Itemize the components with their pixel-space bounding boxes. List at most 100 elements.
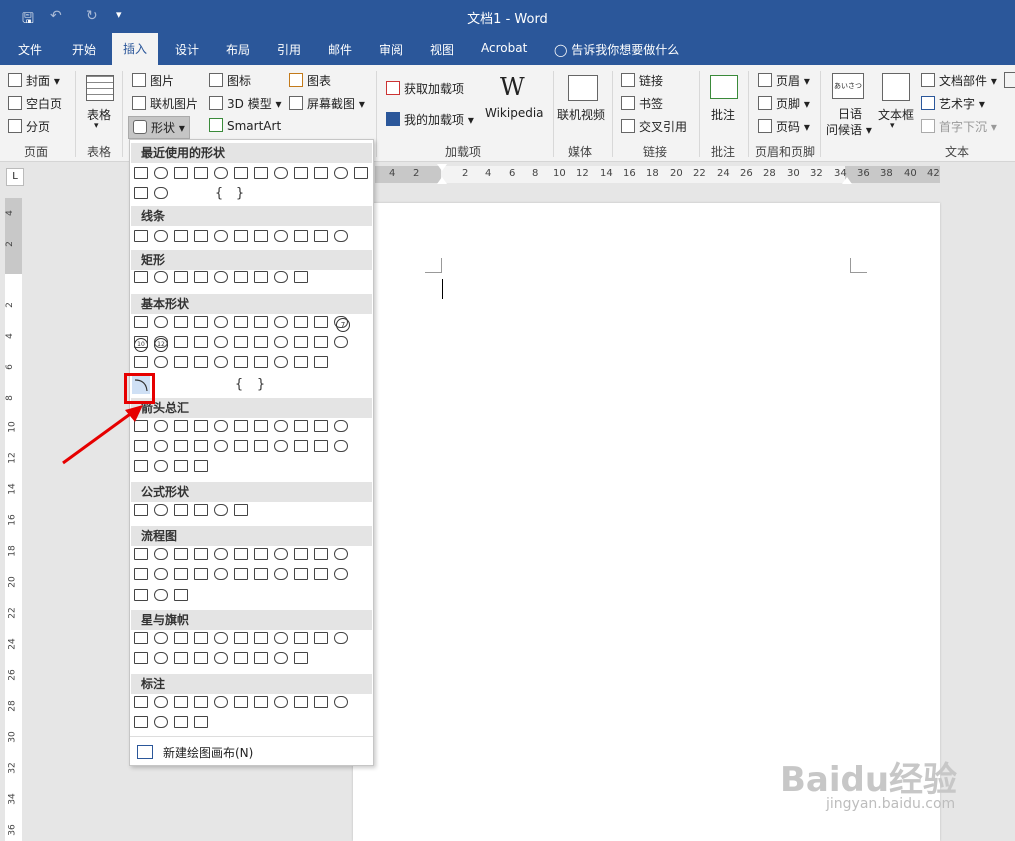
first-line-indent-marker[interactable] [437,164,447,171]
right-brace-shape[interactable]: } [233,187,247,201]
shape-option[interactable] [214,440,228,452]
shape-option[interactable] [254,167,268,179]
shape-option[interactable] [254,420,268,432]
shape-option[interactable] [174,632,188,644]
shape-option[interactable] [274,568,288,580]
shape-option[interactable] [154,271,168,283]
page-break-button[interactable]: 分页 [8,118,50,135]
comment-button[interactable]: 批注 [711,106,735,123]
shape-option[interactable] [214,230,228,242]
wordart-button[interactable]: 艺术字 ▾ [921,95,985,112]
tab-references[interactable]: 引用 [277,41,301,58]
shape-option[interactable] [154,548,168,560]
shape-option[interactable] [234,356,248,368]
shape-option[interactable] [194,356,208,368]
shape-option[interactable] [214,548,228,560]
tab-view[interactable]: 视图 [430,41,454,58]
shape-option[interactable] [334,230,348,242]
shape-option[interactable] [154,589,168,601]
shape-option[interactable] [174,167,188,179]
shape-option[interactable] [174,230,188,242]
shape-option[interactable] [194,548,208,560]
shape-option[interactable] [234,336,248,348]
shape-option[interactable] [134,548,148,560]
greeting-button-line2[interactable]: 问候语 ▾ [826,121,872,138]
shape-option[interactable] [174,440,188,452]
shape-option[interactable] [134,632,148,644]
shape-option[interactable] [334,696,348,708]
shape-option[interactable] [294,632,308,644]
shape-option[interactable] [254,230,268,242]
shape-option[interactable] [194,504,208,516]
shape-option[interactable] [154,716,168,728]
shape-option[interactable] [134,652,148,664]
tab-selector[interactable]: L [6,168,24,186]
shape-option[interactable] [134,271,148,283]
shape-option[interactable] [174,316,188,328]
shape-option[interactable] [154,316,168,328]
shape-option[interactable] [194,568,208,580]
shape-option[interactable] [254,548,268,560]
shape-option[interactable] [254,696,268,708]
shape-option[interactable] [254,440,268,452]
new-drawing-canvas-item[interactable]: 新建绘图画布(N) [135,743,370,761]
shape-option[interactable] [274,356,288,368]
shape-option[interactable] [294,271,308,283]
tab-acrobat[interactable]: Acrobat [481,41,527,55]
shape-option[interactable] [214,316,228,328]
shape-option[interactable] [154,632,168,644]
right-brace-shape[interactable]: } [254,378,268,392]
shape-option[interactable] [254,568,268,580]
shape-option[interactable] [234,271,248,283]
shape-option[interactable] [174,696,188,708]
shape-option[interactable] [174,652,188,664]
shape-option[interactable] [134,589,148,601]
hanging-indent-marker[interactable] [437,177,447,184]
chart-button[interactable]: 图表 [289,72,331,89]
shape-option[interactable] [134,696,148,708]
shape-option[interactable] [214,336,228,348]
quick-parts-button[interactable]: 文档部件 ▾ [921,72,997,89]
shape-option[interactable] [194,316,208,328]
shape-option[interactable] [174,356,188,368]
shape-option[interactable] [194,652,208,664]
shape-option[interactable] [214,652,228,664]
shape-option[interactable] [194,696,208,708]
shape-option[interactable] [294,568,308,580]
shape-option[interactable] [274,271,288,283]
shape-option[interactable] [314,316,328,328]
shape-option[interactable] [254,632,268,644]
shape-option[interactable] [234,696,248,708]
shape-option[interactable] [154,440,168,452]
online-video-icon[interactable] [568,75,598,101]
shape-option[interactable] [214,696,228,708]
shape-option[interactable] [334,632,348,644]
left-brace-shape[interactable]: { [232,378,246,392]
shape-option[interactable] [334,568,348,580]
shape-option[interactable] [294,548,308,560]
shape-option[interactable] [214,271,228,283]
tab-design[interactable]: 设计 [175,41,199,58]
shape-option[interactable] [194,167,208,179]
shape-option[interactable] [354,167,368,179]
shape-option[interactable] [334,167,348,179]
shape-option[interactable] [214,632,228,644]
table-icon[interactable] [86,75,114,101]
textbox-icon[interactable] [882,73,910,101]
tab-review[interactable]: 审阅 [379,41,403,58]
shape-option[interactable] [234,230,248,242]
shape-option[interactable] [194,632,208,644]
shape-option[interactable] [294,696,308,708]
shape-option[interactable] [314,568,328,580]
shape-option[interactable] [234,440,248,452]
shape-option[interactable] [214,420,228,432]
decagon-shape[interactable]: 10 [134,338,148,352]
shape-option[interactable] [294,420,308,432]
shape-option[interactable] [174,716,188,728]
wikipedia-button[interactable]: Wikipedia [485,106,544,120]
shape-option[interactable] [134,187,148,199]
shape-option[interactable] [294,167,308,179]
wikipedia-icon[interactable]: W [500,73,525,101]
comment-icon[interactable] [710,75,738,99]
shape-option[interactable] [334,420,348,432]
